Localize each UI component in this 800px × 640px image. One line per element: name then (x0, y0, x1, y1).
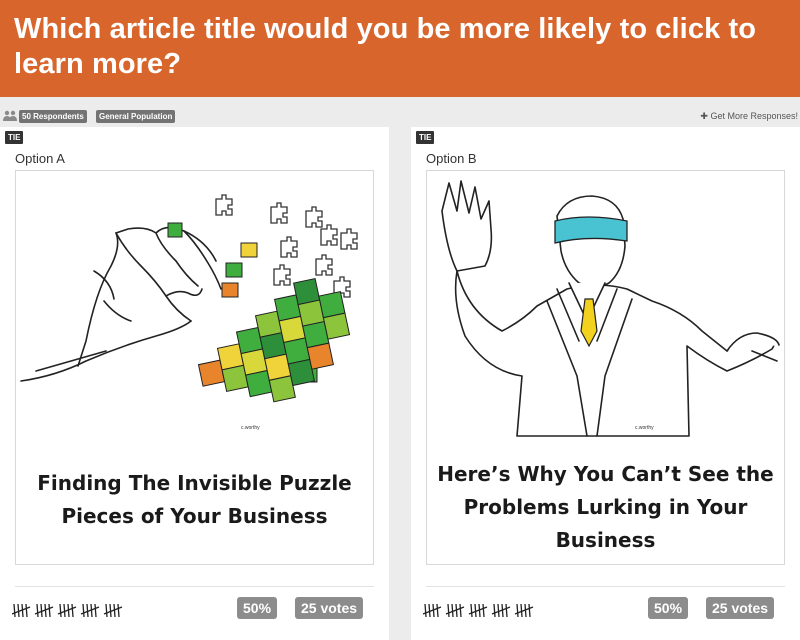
get-more-responses-link[interactable]: ✚ Get More Responses! (700, 110, 798, 122)
tally-group (514, 603, 534, 618)
option-label: Option B (426, 151, 477, 166)
tally-group (80, 603, 100, 618)
option-b-card[interactable]: TIE Option B c.worthy Here’s Why You Can… (411, 127, 800, 640)
tally-stroke (470, 603, 473, 618)
tie-badge: TIE (5, 131, 24, 144)
tally-stroke (447, 603, 450, 618)
people-icon (3, 110, 17, 121)
tally-stroke (474, 603, 477, 618)
tally-group (468, 603, 488, 618)
option-label: Option A (15, 151, 65, 166)
option-image[interactable]: c.worthy Here’s Why You Can’t See the Pr… (426, 170, 785, 565)
plus-icon: ✚ (700, 111, 711, 121)
tally-marks (12, 603, 123, 618)
article-title-a: Finding The Invisible Puzzle Pieces of Y… (37, 471, 352, 528)
tally-stroke (493, 603, 496, 618)
tally-stroke (105, 603, 108, 618)
tally-stroke (428, 603, 431, 618)
option-a-card[interactable]: TIE Option A c.worthy Finding The Invisi… (0, 127, 389, 640)
tally-stroke (505, 603, 508, 618)
percent-badge: 50% (648, 597, 689, 619)
tally-group (445, 603, 465, 618)
tally-stroke (17, 603, 20, 618)
tally-stroke (48, 603, 51, 618)
tally-stroke (459, 603, 462, 618)
tally-stroke (40, 603, 43, 618)
tally-stroke (86, 603, 89, 618)
tally-stroke (109, 603, 112, 618)
respondents-badge: 50 Respondents (19, 110, 87, 123)
tally-stroke (63, 603, 66, 618)
question-header: Which article title would you be more li… (0, 0, 800, 97)
tally-stroke (436, 603, 439, 618)
tally-stroke (82, 603, 85, 618)
tally-group (57, 603, 77, 618)
tally-group (491, 603, 511, 618)
tally-stroke (71, 603, 74, 618)
tally-stroke (59, 603, 62, 618)
tally-group (103, 603, 123, 618)
tally-stroke (13, 603, 16, 618)
svg-text:c.worthy: c.worthy (241, 425, 260, 431)
tally-stroke (520, 603, 523, 618)
tally-stroke (497, 603, 500, 618)
question-title: Which article title would you be more li… (14, 13, 757, 80)
divider (15, 586, 374, 587)
divider (426, 586, 785, 587)
tally-stroke (451, 603, 454, 618)
option-image[interactable]: c.worthy Finding The Invisible Puzzle Pi… (15, 170, 374, 565)
tally-stroke (482, 603, 485, 618)
tally-group (12, 603, 31, 618)
tally-stroke (36, 603, 39, 618)
tally-group (34, 603, 54, 618)
votes-badge: 25 votes (295, 597, 364, 619)
article-title-b: Here’s Why You Can’t See the Problems Lu… (437, 462, 774, 552)
tally-marks (423, 603, 534, 618)
blindfolded-man-illustration: c.worthy (441, 180, 780, 437)
percent-badge: 50% (237, 597, 278, 619)
tally-stroke (25, 603, 28, 618)
votes-badge: 25 votes (706, 597, 775, 619)
population-badge: General Population (96, 110, 176, 123)
tally-stroke (117, 603, 120, 618)
survey-meta-bar: 50 Respondents General Population ✚ Get … (0, 109, 800, 125)
puzzle-hand-illustration: c.worthy (20, 194, 358, 431)
tally-stroke (94, 603, 97, 618)
svg-text:c.worthy: c.worthy (635, 425, 654, 431)
tally-stroke (516, 603, 519, 618)
tally-stroke (528, 603, 531, 618)
tally-stroke (424, 603, 427, 618)
tally-group (423, 603, 442, 618)
tie-badge: TIE (416, 131, 435, 144)
